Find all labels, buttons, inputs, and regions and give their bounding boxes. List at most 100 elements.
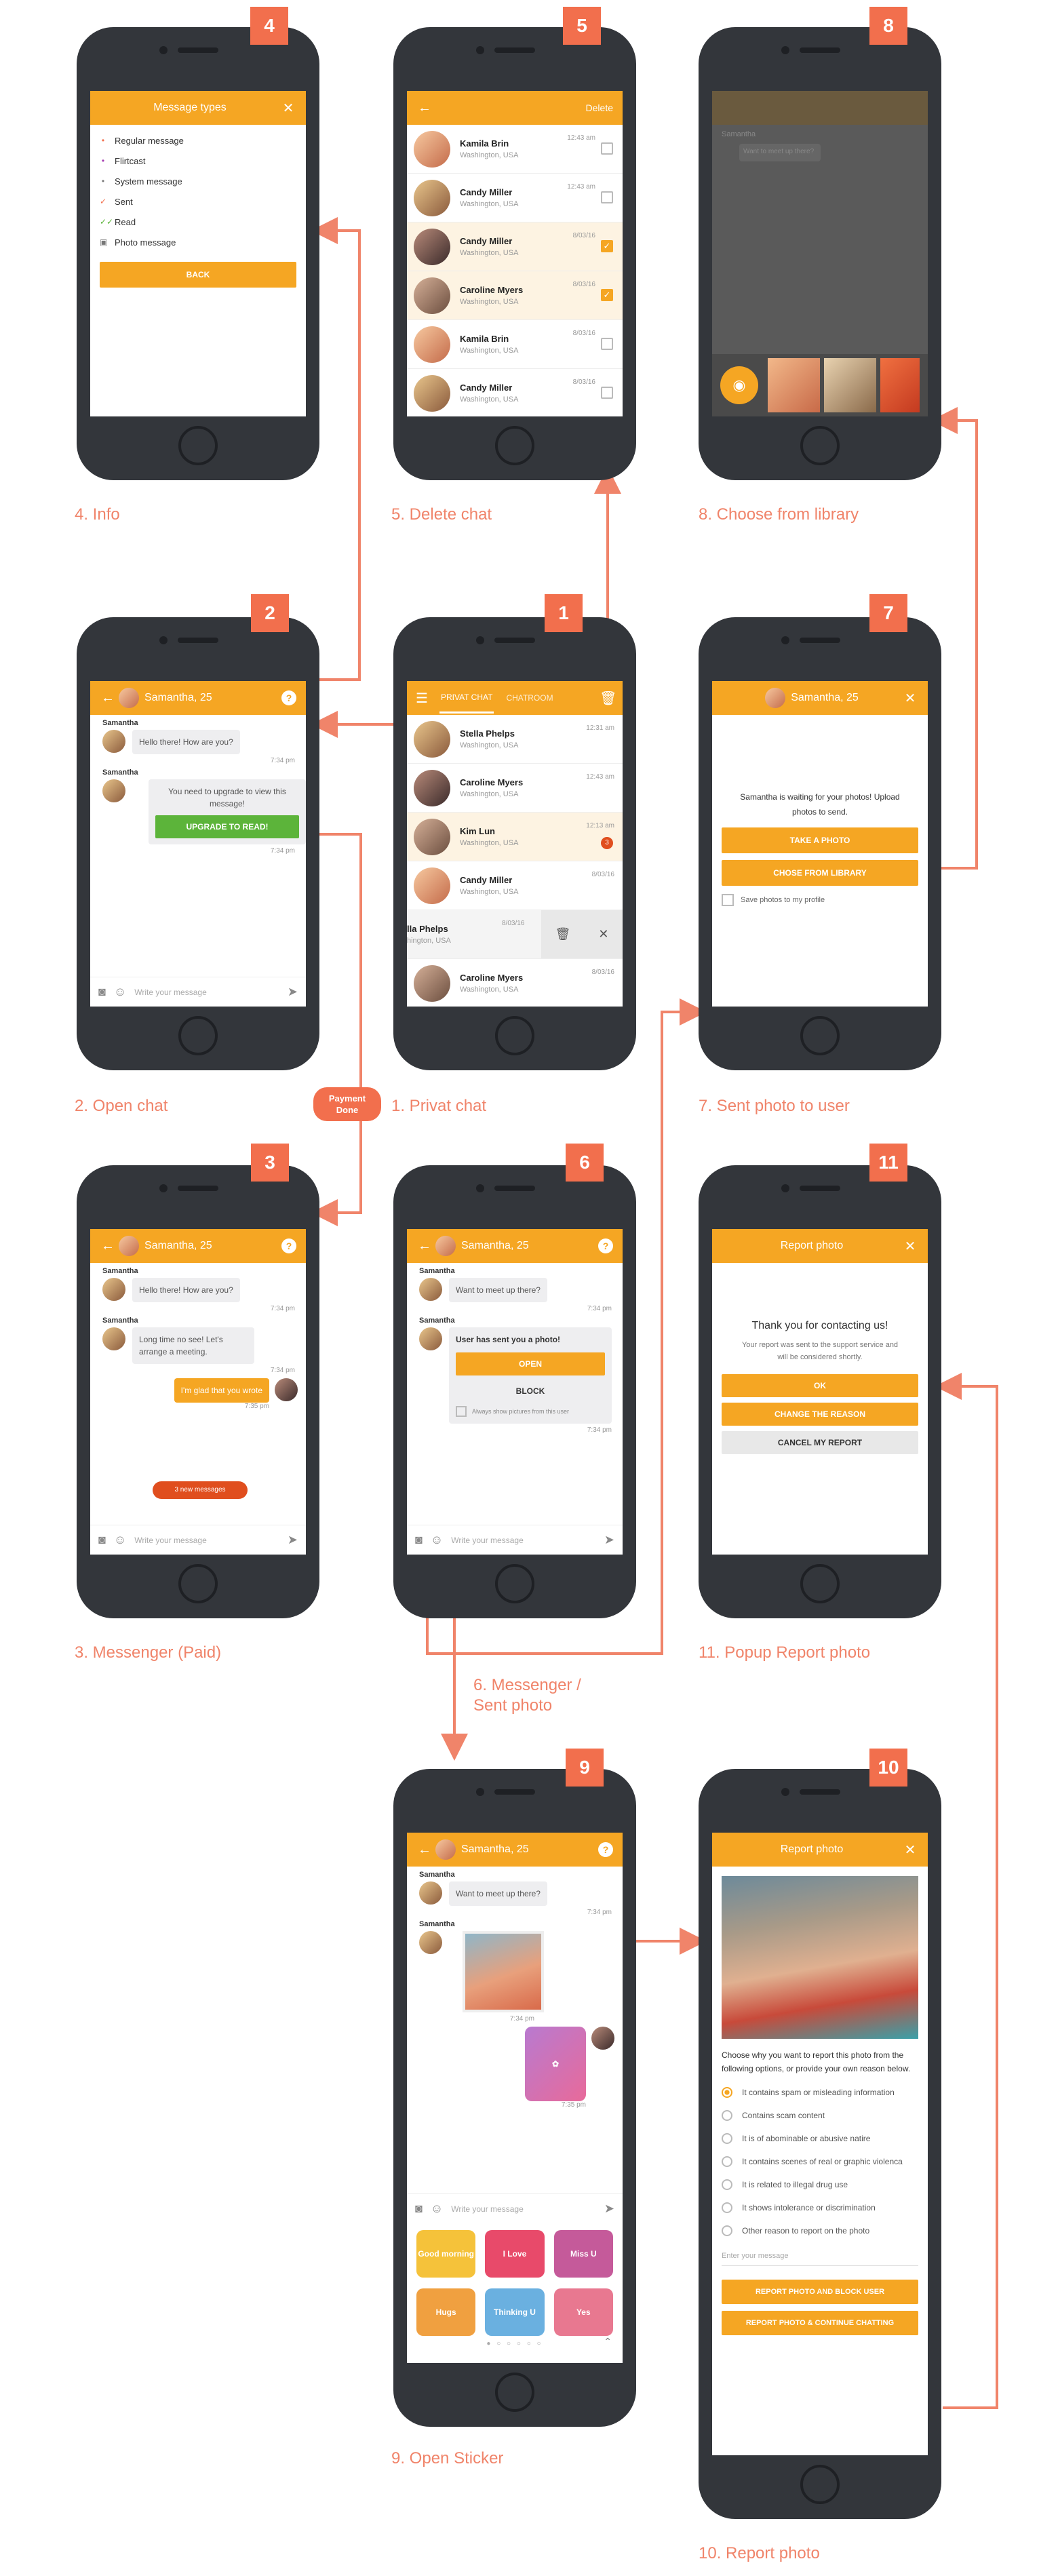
- radio-button[interactable]: [722, 2133, 732, 2144]
- report-block-button[interactable]: REPORT PHOTO AND BLOCK USER: [722, 2280, 918, 2304]
- collapse-icon[interactable]: ⌃: [604, 2336, 612, 2347]
- emoji-icon[interactable]: ☺: [114, 985, 126, 999]
- sticker-item[interactable]: Hugs: [416, 2288, 476, 2336]
- tab-chatroom[interactable]: CHATROOM: [506, 693, 553, 703]
- send-icon[interactable]: ➤: [288, 985, 298, 999]
- close-icon[interactable]: ✕: [902, 690, 918, 707]
- back-arrow-icon[interactable]: ←: [416, 1842, 433, 1858]
- back-arrow-icon[interactable]: ←: [416, 1238, 433, 1254]
- select-checkbox[interactable]: [601, 191, 613, 203]
- radio-button[interactable]: [722, 2225, 732, 2236]
- message-input[interactable]: Write your message: [134, 988, 206, 997]
- pager-dots[interactable]: ● ○ ○ ○ ○ ○: [407, 2340, 623, 2347]
- chat-row[interactable]: Caroline Myers Washington, USA 12:43 am: [407, 764, 623, 813]
- close-icon[interactable]: ✕: [902, 1238, 918, 1255]
- back-button[interactable]: BACK: [100, 262, 296, 288]
- library-thumb[interactable]: [880, 358, 920, 412]
- home-button[interactable]: [178, 1564, 218, 1603]
- home-button[interactable]: [800, 2465, 840, 2504]
- delete-action[interactable]: Delete: [586, 102, 613, 113]
- block-button[interactable]: BLOCK: [456, 1381, 605, 1401]
- swiped-row[interactable]: lla Phelps hington, USA 8/03/16 🗑 ✕: [407, 910, 623, 959]
- chat-row[interactable]: Caroline Myers Washington, USA 8/03/16 ✓: [407, 271, 623, 320]
- menu-icon[interactable]: ☰: [414, 690, 430, 707]
- upgrade-button[interactable]: UPGRADE TO READ!: [155, 815, 299, 838]
- help-icon[interactable]: ?: [281, 1238, 296, 1253]
- report-option[interactable]: It contains scenes of real or graphic vi…: [712, 2150, 928, 2173]
- close-icon[interactable]: ✕: [902, 1841, 918, 1858]
- home-button[interactable]: [800, 1016, 840, 1055]
- help-icon[interactable]: ?: [598, 1842, 613, 1857]
- chat-row[interactable]: Kamila Brin Washington, USA 8/03/16: [407, 320, 623, 369]
- chat-row[interactable]: Kim Lun Washington, USA 12:13 am 3: [407, 813, 623, 861]
- camera-icon[interactable]: ◙: [98, 1533, 106, 1547]
- message-input[interactable]: Write your message: [451, 2204, 523, 2214]
- take-photo-button[interactable]: TAKE A PHOTO: [722, 827, 918, 853]
- save-checkbox[interactable]: [722, 894, 734, 906]
- change-reason-button[interactable]: CHANGE THE REASON: [722, 1403, 918, 1426]
- select-checkbox[interactable]: [601, 387, 613, 399]
- home-button[interactable]: [495, 1016, 534, 1055]
- ok-button[interactable]: OK: [722, 1374, 918, 1397]
- select-checkbox[interactable]: ✓: [601, 289, 613, 301]
- home-button[interactable]: [800, 1564, 840, 1603]
- library-thumb[interactable]: [768, 358, 821, 412]
- sticker-item[interactable]: Thinking U: [485, 2288, 545, 2336]
- help-icon[interactable]: ?: [598, 1238, 613, 1253]
- home-button[interactable]: [178, 1016, 218, 1055]
- report-option[interactable]: It contains spam or misleading informati…: [712, 2081, 928, 2104]
- camera-icon[interactable]: ◉: [720, 366, 758, 404]
- trash-icon[interactable]: 🗑: [600, 690, 616, 707]
- always-show-checkbox[interactable]: [456, 1406, 467, 1417]
- emoji-icon[interactable]: ☺: [431, 2202, 443, 2216]
- send-icon[interactable]: ➤: [604, 2202, 614, 2216]
- library-thumb[interactable]: [824, 358, 877, 412]
- chat-row[interactable]: Kamila Brin Washington, USA 12:43 am: [407, 125, 623, 174]
- back-arrow-icon[interactable]: ←: [100, 1238, 116, 1254]
- select-checkbox[interactable]: [601, 142, 613, 155]
- chat-row[interactable]: Candy Miller Washington, USA 12:43 am: [407, 174, 623, 222]
- choose-library-button[interactable]: CHOSE FROM LIBRARY: [722, 860, 918, 886]
- report-option[interactable]: It is related to illegal drug use: [712, 2173, 928, 2196]
- report-option[interactable]: It shows intolerance or discrimination: [712, 2196, 928, 2219]
- tab-privat-chat[interactable]: PRIVAT CHAT: [439, 683, 494, 714]
- radio-button[interactable]: [722, 2179, 732, 2190]
- report-option[interactable]: Other reason to report on the photo: [712, 2219, 928, 2242]
- emoji-icon[interactable]: ☺: [114, 1533, 126, 1547]
- report-option[interactable]: It is of abominable or abusive natire: [712, 2127, 928, 2150]
- close-icon[interactable]: ✕: [598, 927, 608, 941]
- close-icon[interactable]: ✕: [280, 100, 296, 117]
- report-message-input[interactable]: Enter your message: [722, 2252, 918, 2266]
- report-continue-button[interactable]: REPORT PHOTO & CONTINUE CHATTING: [722, 2311, 918, 2335]
- sticker-item[interactable]: Miss U: [553, 2230, 613, 2278]
- cancel-report-button[interactable]: CANCEL MY REPORT: [722, 1431, 918, 1454]
- sticker-item[interactable]: Yes: [553, 2288, 613, 2336]
- home-button[interactable]: [495, 2373, 534, 2412]
- sticker-item[interactable]: I Love: [485, 2230, 545, 2278]
- chat-row[interactable]: Candy Miller Washington, USA 8/03/16: [407, 369, 623, 416]
- emoji-icon[interactable]: ☺: [431, 1533, 443, 1547]
- select-checkbox[interactable]: ✓: [601, 240, 613, 252]
- chat-row[interactable]: Stella Phelps Washington, USA 12:31 am: [407, 715, 623, 764]
- camera-icon[interactable]: ◙: [415, 2202, 423, 2216]
- report-option[interactable]: Contains scam content: [712, 2104, 928, 2127]
- new-messages-pill[interactable]: 3 new messages: [153, 1481, 248, 1499]
- send-icon[interactable]: ➤: [604, 1533, 614, 1547]
- radio-button[interactable]: [722, 2202, 732, 2213]
- select-checkbox[interactable]: [601, 338, 613, 350]
- back-arrow-icon[interactable]: ←: [100, 690, 116, 706]
- back-arrow-icon[interactable]: ←: [416, 100, 433, 116]
- home-button[interactable]: [495, 1564, 534, 1603]
- message-input[interactable]: Write your message: [134, 1536, 206, 1545]
- chat-row[interactable]: Candy Miller Washington, USA 8/03/16: [407, 861, 623, 910]
- received-photo[interactable]: [463, 1931, 544, 2012]
- help-icon[interactable]: ?: [281, 690, 296, 705]
- message-input[interactable]: Write your message: [451, 1536, 523, 1545]
- camera-icon[interactable]: ◙: [98, 985, 106, 999]
- chat-row[interactable]: Candy Miller Washington, USA 8/03/16 ✓: [407, 222, 623, 271]
- home-button[interactable]: [800, 426, 840, 465]
- radio-button[interactable]: [722, 2110, 732, 2121]
- sticker-item[interactable]: Good morning: [416, 2230, 476, 2278]
- home-button[interactable]: [495, 426, 534, 465]
- camera-icon[interactable]: ◙: [415, 1533, 423, 1547]
